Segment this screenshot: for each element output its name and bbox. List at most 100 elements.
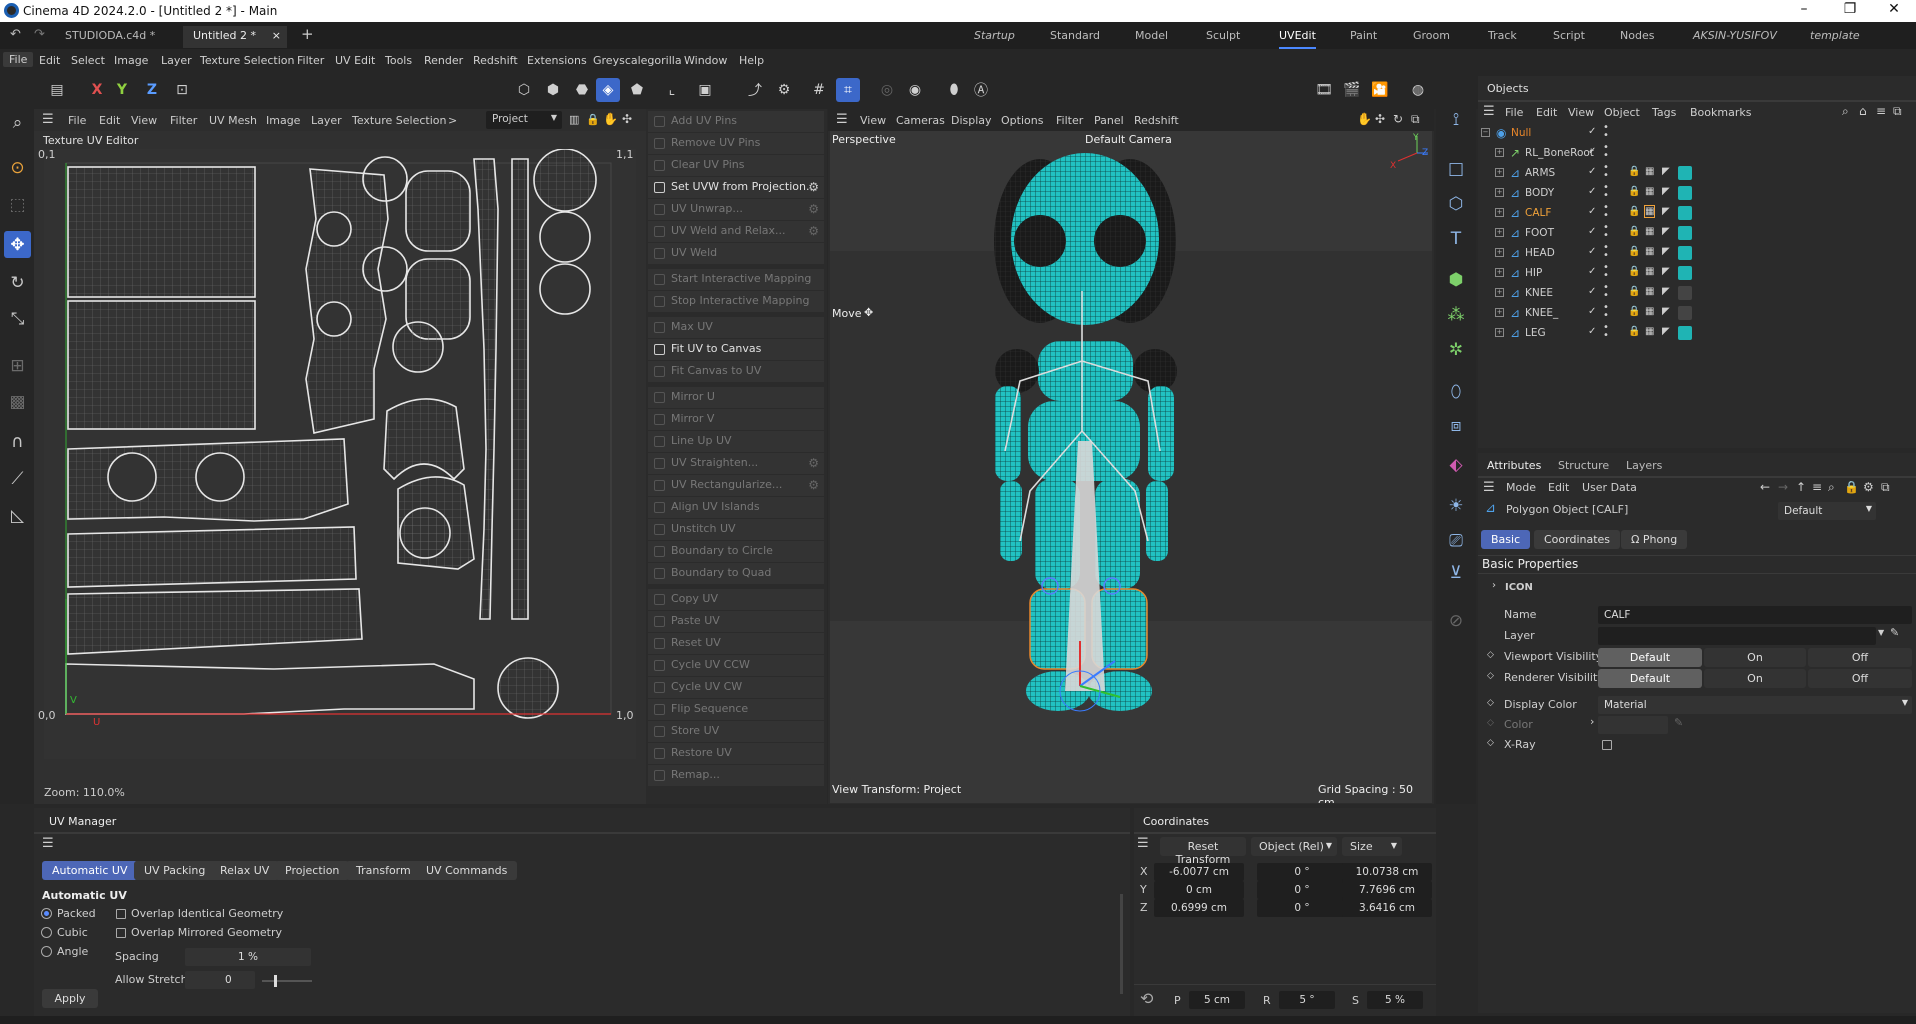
expand-icon[interactable]: + <box>1495 328 1504 337</box>
visibility-dots-icon[interactable]: • • <box>1603 123 1609 141</box>
material-tag-swatch[interactable] <box>1678 306 1692 320</box>
chevron-right-icon[interactable]: › <box>1590 715 1594 728</box>
uv-command-item[interactable]: Paste UV <box>648 611 824 632</box>
gear-icon[interactable]: ⚙ <box>808 456 819 470</box>
uv-command-item[interactable]: Reset UV <box>648 633 824 654</box>
diamond-icon[interactable]: ◇ <box>1487 738 1494 748</box>
search-icon[interactable]: ⌕ <box>4 109 31 136</box>
tab-transform[interactable]: Transform <box>346 861 421 880</box>
enable-check-icon[interactable]: ✓ <box>1588 286 1596 297</box>
uv-command-item[interactable]: Boundary to Quad <box>648 563 824 584</box>
stretch-slider-handle[interactable] <box>274 975 277 987</box>
uv-menu-filter[interactable]: Filter <box>170 114 197 127</box>
vp-menu-panel[interactable]: Panel <box>1094 114 1124 127</box>
uv-pin-icon[interactable]: ⟟ <box>1442 106 1470 134</box>
size-field[interactable]: 10.0738 cm <box>1342 863 1432 881</box>
skin-tag-icon[interactable]: ▦ <box>1645 286 1654 297</box>
menu-edit[interactable]: Edit <box>39 54 60 67</box>
uv-command-item[interactable]: Start Interactive Mapping <box>648 269 824 290</box>
hamburger-icon[interactable]: ☰ <box>42 112 54 127</box>
expand-icon[interactable]: + <box>1495 268 1504 277</box>
visibility-dots-icon[interactable]: • • <box>1603 323 1609 341</box>
skin-tag-icon[interactable]: ▦ <box>1645 326 1654 337</box>
skin-tag-icon[interactable]: ▦ <box>1645 166 1654 177</box>
menu-render[interactable]: Render <box>424 54 463 67</box>
object-row[interactable]: + ⊿ LEG ✓ • • 🔒 ▦ ◤ <box>1478 323 1916 343</box>
skin-tag-icon[interactable]: ▦ <box>1645 246 1654 257</box>
uv-menu-more[interactable]: > <box>448 114 457 127</box>
deformer-icon[interactable]: ✲ <box>1442 336 1470 364</box>
obj-menu-object[interactable]: Object <box>1604 106 1640 119</box>
spacing-field[interactable]: 1 % <box>185 948 311 966</box>
expand-icon[interactable]: + <box>1495 208 1504 217</box>
phong-tag-icon[interactable]: ◤ <box>1662 326 1670 337</box>
visibility-dots-icon[interactable]: • • <box>1603 183 1609 201</box>
material-tag-swatch[interactable] <box>1678 286 1692 300</box>
layout-tab-uvedit[interactable]: UVEdit <box>1279 29 1316 49</box>
uv-canvas[interactable]: 0,1 1,1 0,0 1,0 V U <box>38 148 636 759</box>
viewport-vis-default[interactable]: Default <box>1598 648 1702 667</box>
scrollbar[interactable] <box>1120 894 1123 994</box>
vp-menu-options[interactable]: Options <box>1001 114 1043 127</box>
uv-command-item[interactable]: Add UV Pins <box>648 111 824 132</box>
obj-menu-file[interactable]: File <box>1505 106 1523 119</box>
visibility-dots-icon[interactable]: • • <box>1603 163 1609 181</box>
visibility-dots-icon[interactable]: • • <box>1603 143 1609 161</box>
layout-tab-standard[interactable]: Standard <box>1050 29 1100 42</box>
allow-stretch-field[interactable]: 0 <box>185 971 255 989</box>
uv-command-item[interactable]: Flip Sequence <box>648 699 824 720</box>
phong-tag-icon[interactable]: ◤ <box>1662 266 1670 277</box>
radio-cubic[interactable] <box>41 927 52 938</box>
menu-help[interactable]: Help <box>739 54 764 67</box>
visibility-dots-icon[interactable]: • • <box>1603 263 1609 281</box>
uv-command-item[interactable]: Align UV Islands <box>648 497 824 518</box>
pos-field[interactable]: -6.0077 cm <box>1154 863 1244 881</box>
attr-menu-user-data[interactable]: User Data <box>1582 481 1637 494</box>
material-tag-swatch[interactable] <box>1678 186 1692 200</box>
render-active-icon[interactable]: 🎬 <box>1340 78 1364 102</box>
phong-tag-icon[interactable]: ◤ <box>1662 206 1670 217</box>
selection-box-icon[interactable]: ⬚ <box>4 191 31 218</box>
phong-tag-icon[interactable]: ◤ <box>1662 246 1670 257</box>
generator-icon[interactable]: ⬢ <box>1442 266 1470 294</box>
cube-icon[interactable]: ⬡ <box>1442 190 1470 218</box>
lock-tag-icon[interactable]: 🔒 <box>1628 206 1640 217</box>
gear-icon[interactable]: ⚙ <box>808 180 819 194</box>
uv-snap-icon[interactable]: ⌗ <box>836 78 860 102</box>
uv-menu-file[interactable]: File <box>68 114 86 127</box>
uv-command-item[interactable]: Cycle UV CW <box>648 677 824 698</box>
uv-command-item[interactable]: Store UV <box>648 721 824 742</box>
size-field[interactable]: 7.7696 cm <box>1342 881 1432 899</box>
close-tab-icon[interactable]: × <box>272 29 281 42</box>
object-row[interactable]: + ⊿ FOOT ✓ • • 🔒 ▦ ◤ <box>1478 223 1916 243</box>
tab-structure[interactable]: Structure <box>1558 459 1609 472</box>
lock-tag-icon[interactable]: 🔒 <box>1628 186 1640 197</box>
renderer-vis-off[interactable]: Off <box>1808 669 1912 688</box>
hamburger-icon[interactable]: ☰ <box>1137 836 1149 851</box>
settings-snap-icon[interactable]: ⚙ <box>772 78 796 102</box>
stretch-slider[interactable] <box>262 980 312 982</box>
vp-menu-cameras[interactable]: Cameras <box>896 114 945 127</box>
eyedropper-icon[interactable]: ✎ <box>1674 716 1683 729</box>
x-axis-lock-button[interactable]: X <box>85 78 109 102</box>
uv-command-item[interactable]: Set UVW from Projection... ⚙ <box>648 177 824 198</box>
cube-outline-icon[interactable]: □ <box>1442 155 1470 183</box>
layout-tab-startup[interactable]: Startup <box>974 29 1015 42</box>
doc-tab-studioda[interactable]: STUDIODA.c4d * <box>55 26 165 48</box>
coordinate-system-icon[interactable]: ⊡ <box>170 78 194 102</box>
spline-icon[interactable]: ⧈ <box>1442 412 1470 440</box>
magnet-tool-icon[interactable]: ∩ <box>4 428 31 455</box>
material-tag-swatch[interactable] <box>1678 226 1692 240</box>
stamp-tool-icon[interactable]: ▩ <box>4 388 31 415</box>
redshift-ipr-icon[interactable]: ⬮ <box>942 78 966 102</box>
uv-command-item[interactable]: UV Straighten... ⚙ <box>648 453 824 474</box>
maximize-button[interactable]: ❐ <box>1830 1 1870 21</box>
menu-redshift[interactable]: Redshift <box>473 54 518 67</box>
radio-packed[interactable] <box>41 908 52 919</box>
rotate-tool-icon[interactable]: ↻ <box>4 269 31 296</box>
filter-icon[interactable]: ≡ <box>1876 104 1886 118</box>
phong-tag-icon[interactable]: ◤ <box>1662 186 1670 197</box>
color-swatch[interactable] <box>1598 716 1668 734</box>
obj-menu-view[interactable]: View <box>1568 106 1594 119</box>
simulation-icon[interactable]: ⬖ <box>1442 451 1470 479</box>
